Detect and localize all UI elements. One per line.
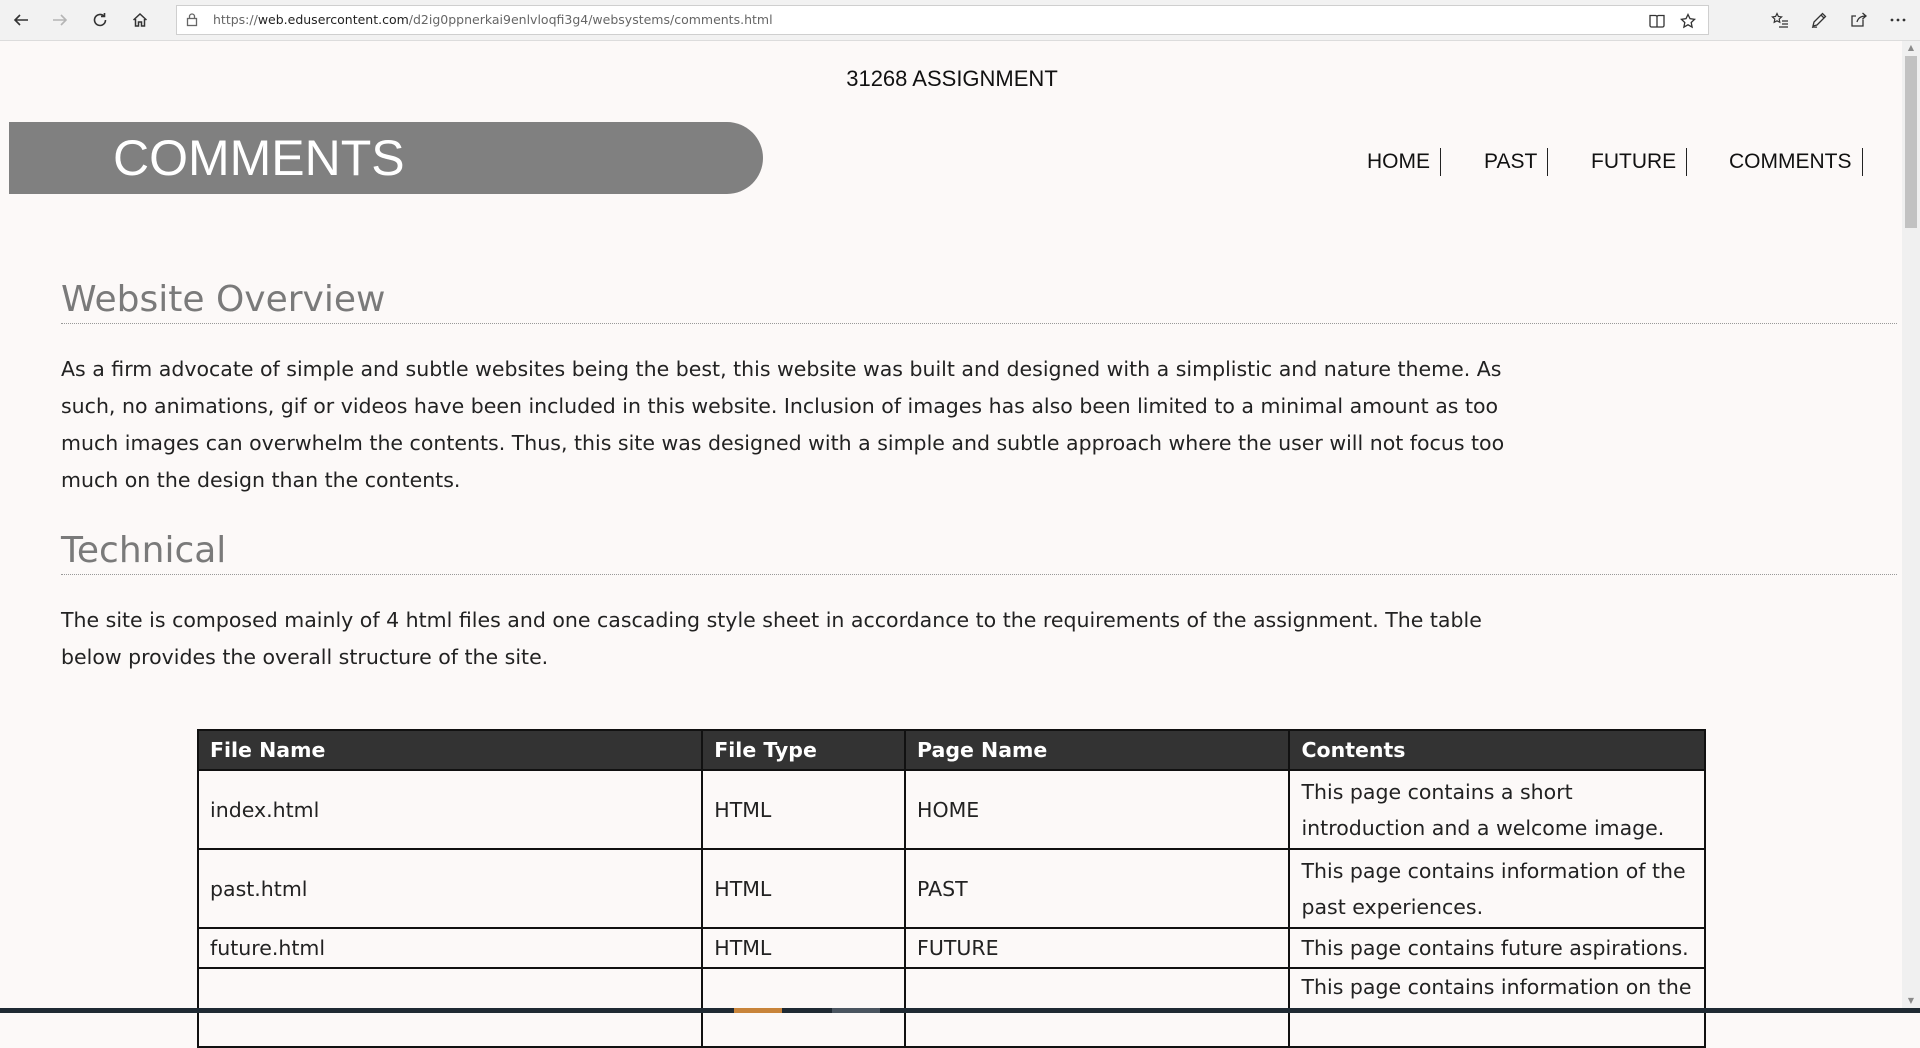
taskbar-app-indicator[interactable]	[832, 1008, 880, 1013]
scroll-up-arrow-icon[interactable]: ▲	[1902, 41, 1920, 55]
refresh-icon[interactable]	[85, 5, 115, 35]
cell-page-name: HOME	[904, 769, 1291, 850]
cell-file-name: index.html	[196, 769, 704, 850]
nav-link-comments[interactable]: COMMENTS	[1729, 148, 1863, 176]
cell-contents: This page contains future aspirations.	[1288, 927, 1706, 969]
nav-link-future[interactable]: FUTURE	[1591, 148, 1688, 176]
column-header-page-name: Page Name	[904, 729, 1291, 771]
table-row: future.html HTML FUTURE This page contai…	[196, 927, 1706, 969]
main-navigation: HOME PAST FUTURE COMMENTS	[0, 148, 1904, 178]
overview-line: much on the design than the contents.	[61, 468, 461, 492]
cell-file-type: HTML	[701, 848, 907, 929]
scroll-thumb[interactable]	[1905, 56, 1917, 228]
notes-pen-icon[interactable]	[1803, 5, 1835, 35]
taskbar-active-indicator[interactable]	[734, 1008, 782, 1013]
site-title: 31268 ASSIGNMENT	[846, 66, 1058, 91]
technical-paragraph: The site is composed mainly of 4 html fi…	[61, 602, 1561, 676]
cell-contents-line: This page contains a short	[1301, 779, 1573, 804]
nav-link-home[interactable]: HOME	[1367, 148, 1441, 176]
cell-contents: This page contains a short introduction …	[1288, 769, 1706, 850]
table-row: past.html HTML PAST This page contains i…	[196, 848, 1706, 929]
favorite-star-icon[interactable]	[1677, 10, 1699, 32]
cell-file-name: future.html	[196, 927, 704, 969]
cell-page-name: FUTURE	[904, 927, 1291, 969]
cell-contents-line: introduction and a welcome image.	[1301, 815, 1665, 840]
lock-icon	[186, 12, 198, 31]
forward-arrow-icon[interactable]	[45, 5, 75, 35]
nav-link-past[interactable]: PAST	[1484, 148, 1549, 176]
cell-contents: This page contains information of the pa…	[1288, 848, 1706, 929]
overview-line: such, no animations, gif or videos have …	[61, 394, 1499, 418]
scroll-down-arrow-icon[interactable]: ▼	[1902, 994, 1920, 1008]
share-icon[interactable]	[1843, 5, 1875, 35]
back-arrow-icon[interactable]	[6, 5, 36, 35]
overview-line: much images can overwhelm the contents. …	[61, 431, 1505, 455]
site-structure-table: File Name File Type Page Name Contents i…	[196, 729, 1706, 1048]
cell-page-name: PAST	[904, 848, 1291, 929]
column-header-file-type: File Type	[701, 729, 907, 771]
overview-heading: Website Overview	[61, 277, 1897, 324]
more-options-icon[interactable]	[1882, 5, 1914, 35]
table-header-row: File Name File Type Page Name Contents	[196, 729, 1706, 771]
url-host: web.edusercontent.com	[257, 12, 409, 27]
table-row: index.html HTML HOME This page contains …	[196, 769, 1706, 850]
overview-paragraph: As a firm advocate of simple and subtle …	[61, 351, 1561, 499]
favorites-hub-icon[interactable]	[1764, 5, 1796, 35]
taskbar	[0, 1008, 1920, 1013]
cell-contents-line: This page contains future aspirations.	[1301, 936, 1689, 960]
cell-file-type: HTML	[701, 769, 907, 850]
browser-toolbar: https://web.edusercontent.com/d2ig0ppner…	[0, 0, 1920, 41]
url-text[interactable]: https://web.edusercontent.com/d2ig0ppner…	[213, 6, 773, 34]
reading-view-icon[interactable]	[1646, 10, 1668, 32]
cell-contents-line: past experiences.	[1301, 894, 1484, 919]
column-header-contents: Contents	[1288, 729, 1706, 771]
cell-file-type: HTML	[701, 927, 907, 969]
address-bar[interactable]: https://web.edusercontent.com/d2ig0ppner…	[176, 5, 1709, 35]
url-path: /d2ig0ppnerkai9enlvloqfi3g4/websystems/c…	[408, 12, 773, 27]
technical-line: The site is composed mainly of 4 html fi…	[61, 608, 1482, 632]
vertical-scrollbar[interactable]: ▲ ▼	[1902, 41, 1920, 1008]
cell-contents-line: This page contains information on the	[1301, 975, 1692, 999]
url-prefix: https://	[213, 12, 258, 27]
technical-line: below provides the overall structure of …	[61, 645, 549, 669]
column-header-file-name: File Name	[196, 729, 704, 771]
cell-file-name: past.html	[196, 848, 704, 929]
cell-contents-line: This page contains information of the	[1301, 858, 1686, 883]
overview-line: As a firm advocate of simple and subtle …	[61, 357, 1502, 381]
technical-heading: Technical	[61, 528, 1897, 575]
home-icon[interactable]	[125, 5, 155, 35]
